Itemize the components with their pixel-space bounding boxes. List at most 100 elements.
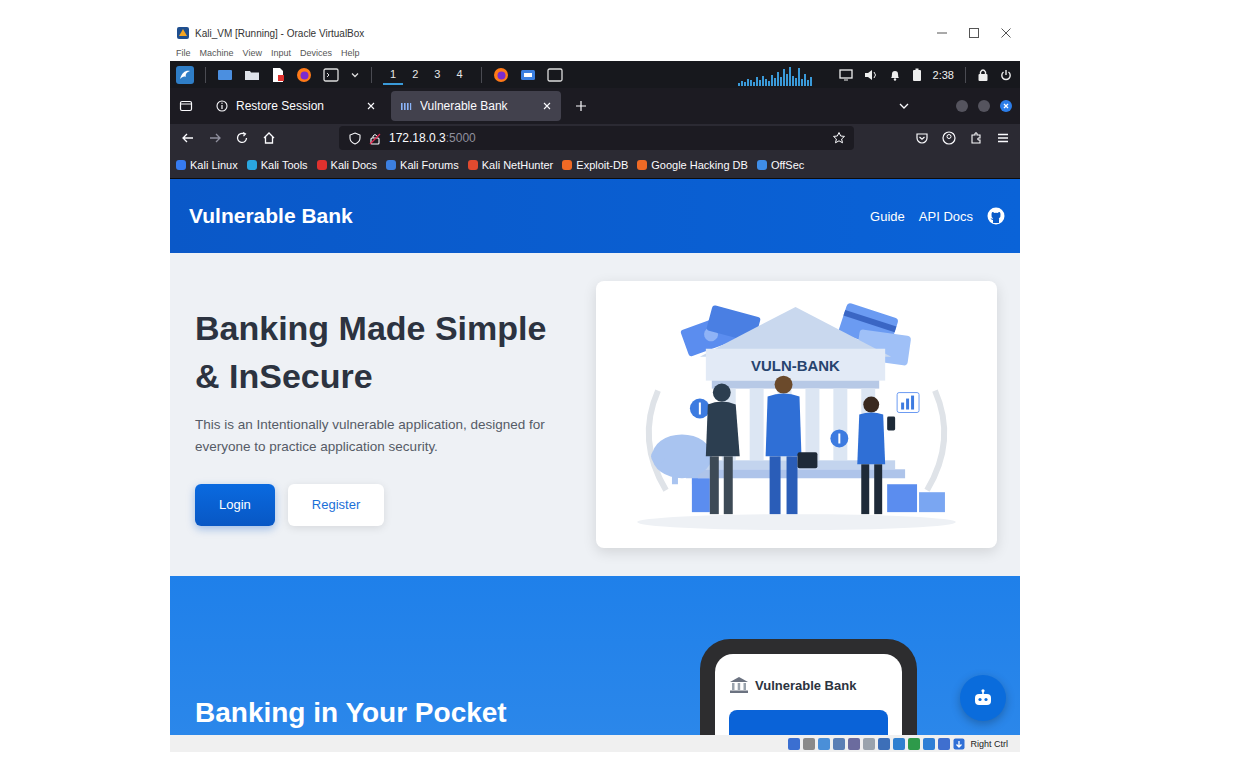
bookmarks-bar: Kali Linux Kali Tools Kali Docs Kali For… (170, 152, 1020, 179)
bookmark-label: Exploit-DB (576, 159, 628, 171)
menu-item[interactable]: Input (271, 48, 291, 58)
back-icon[interactable] (181, 131, 195, 145)
menu-item[interactable]: Help (341, 48, 360, 58)
tab-list-icon[interactable] (179, 99, 193, 113)
battery-icon[interactable] (912, 68, 922, 82)
bell-icon[interactable] (889, 69, 901, 81)
lock-screen-icon[interactable] (977, 68, 989, 82)
menu-item[interactable]: Devices (300, 48, 332, 58)
text-editor-icon[interactable] (271, 67, 285, 83)
bookmark-label: Kali Forums (400, 159, 459, 171)
speaker-icon[interactable] (864, 69, 878, 81)
reload-icon[interactable] (235, 131, 249, 145)
bookmark-star-icon[interactable] (832, 131, 846, 145)
bookmark[interactable]: Exploit-DB (562, 159, 628, 171)
login-button[interactable]: Login (195, 484, 275, 526)
register-button[interactable]: Register (288, 484, 384, 526)
extensions-icon[interactable] (969, 131, 983, 145)
activity-bar (765, 79, 767, 86)
device-status-icon[interactable] (788, 738, 800, 750)
nav-link[interactable]: API Docs (919, 209, 973, 224)
bookmark-label: OffSec (771, 159, 804, 171)
device-status-icon[interactable] (938, 738, 950, 750)
dropdown-icon[interactable] (350, 70, 360, 80)
maximize-icon[interactable] (978, 100, 990, 112)
tab-overflow-icon[interactable] (898, 100, 910, 112)
clock[interactable]: 2:38 (933, 69, 954, 81)
account-icon[interactable] (942, 131, 956, 145)
bookmark[interactable]: Kali Tools (247, 159, 308, 171)
activity-bar (774, 78, 776, 86)
bookmark[interactable]: Kali Linux (176, 159, 238, 171)
bookmark[interactable]: Kali Docs (317, 159, 377, 171)
bookmark-icon (637, 160, 647, 170)
illustration-card: VULN-BANK (596, 281, 997, 548)
device-status-icon[interactable] (908, 738, 920, 750)
chatbot-button[interactable] (960, 675, 1006, 721)
monitor-icon[interactable] (839, 69, 853, 81)
browser-tab[interactable]: Vulnerable Bank (391, 91, 561, 121)
browser-tab[interactable]: Restore Session (207, 91, 385, 121)
device-status-icon[interactable] (833, 738, 845, 750)
terminal-icon[interactable] (323, 68, 339, 82)
device-status-icon[interactable] (818, 738, 830, 750)
close-icon[interactable] (1000, 100, 1012, 112)
activity-bar (759, 80, 761, 86)
bookmark[interactable]: OffSec (757, 159, 804, 171)
shield-icon[interactable] (349, 132, 361, 145)
device-status-icon[interactable] (848, 738, 860, 750)
activity-bar (807, 80, 809, 86)
bookmark[interactable]: Google Hacking DB (637, 159, 748, 171)
kali-panel: 1234 2:38 (170, 61, 1020, 88)
activity-bar (780, 77, 782, 86)
pocket-icon[interactable] (915, 131, 929, 145)
address-bar[interactable]: 172.18.0.3:5000 (339, 126, 854, 150)
activity-bar (804, 74, 806, 86)
menu-item[interactable]: File (176, 48, 191, 58)
maximize-icon[interactable] (968, 27, 980, 39)
device-status-icon[interactable] (863, 738, 875, 750)
kali-menu-icon[interactable] (176, 66, 194, 84)
bookmark-label: Kali NetHunter (482, 159, 554, 171)
file-manager-icon[interactable] (244, 68, 260, 82)
home-icon[interactable] (262, 131, 276, 145)
menu-item[interactable]: Machine (200, 48, 234, 58)
close-tab-icon[interactable] (542, 101, 552, 111)
forward-icon[interactable] (208, 131, 222, 145)
power-icon[interactable] (1000, 69, 1012, 81)
workspace-button[interactable]: 4 (449, 65, 469, 85)
site-header: Vulnerable Bank Guide API Docs (170, 179, 1020, 253)
nav-link[interactable]: Guide (870, 209, 905, 224)
show-desktop-icon[interactable] (217, 68, 233, 82)
workspace-button[interactable]: 2 (405, 65, 425, 85)
firefox-icon[interactable] (296, 67, 312, 83)
menu-icon[interactable] (996, 131, 1010, 145)
bookmark-label: Kali Docs (331, 159, 377, 171)
workspace-button[interactable]: 3 (427, 65, 447, 85)
device-status-icon[interactable] (878, 738, 890, 750)
device-status-icon[interactable] (803, 738, 815, 750)
web-page: Vulnerable Bank GuideAPI Docs Banking Ma… (170, 179, 1020, 735)
minimize-icon[interactable] (956, 100, 968, 112)
bookmark-icon (757, 160, 767, 170)
menu-item[interactable]: View (243, 48, 262, 58)
close-icon[interactable] (1000, 27, 1012, 39)
terminal-task-icon[interactable] (547, 68, 563, 82)
workspace-button[interactable]: 1 (383, 65, 403, 85)
bookmark[interactable]: Kali Forums (386, 159, 459, 171)
firefox-task-icon[interactable] (493, 67, 509, 83)
new-tab-icon[interactable] (575, 100, 587, 112)
insecure-lock-icon[interactable] (369, 132, 381, 145)
tab-label: Restore Session (236, 99, 358, 113)
brand-logo[interactable]: Vulnerable Bank (189, 204, 353, 228)
device-status-icon[interactable] (923, 738, 935, 750)
activity-bar (762, 76, 764, 86)
bookmark-icon (317, 160, 327, 170)
activity-bar (768, 81, 770, 86)
github-icon[interactable] (987, 207, 1005, 225)
device-status-icon[interactable] (893, 738, 905, 750)
minimize-icon[interactable] (936, 27, 948, 39)
app-task-icon[interactable] (520, 68, 536, 82)
close-tab-icon[interactable] (366, 101, 376, 111)
bookmark[interactable]: Kali NetHunter (468, 159, 554, 171)
